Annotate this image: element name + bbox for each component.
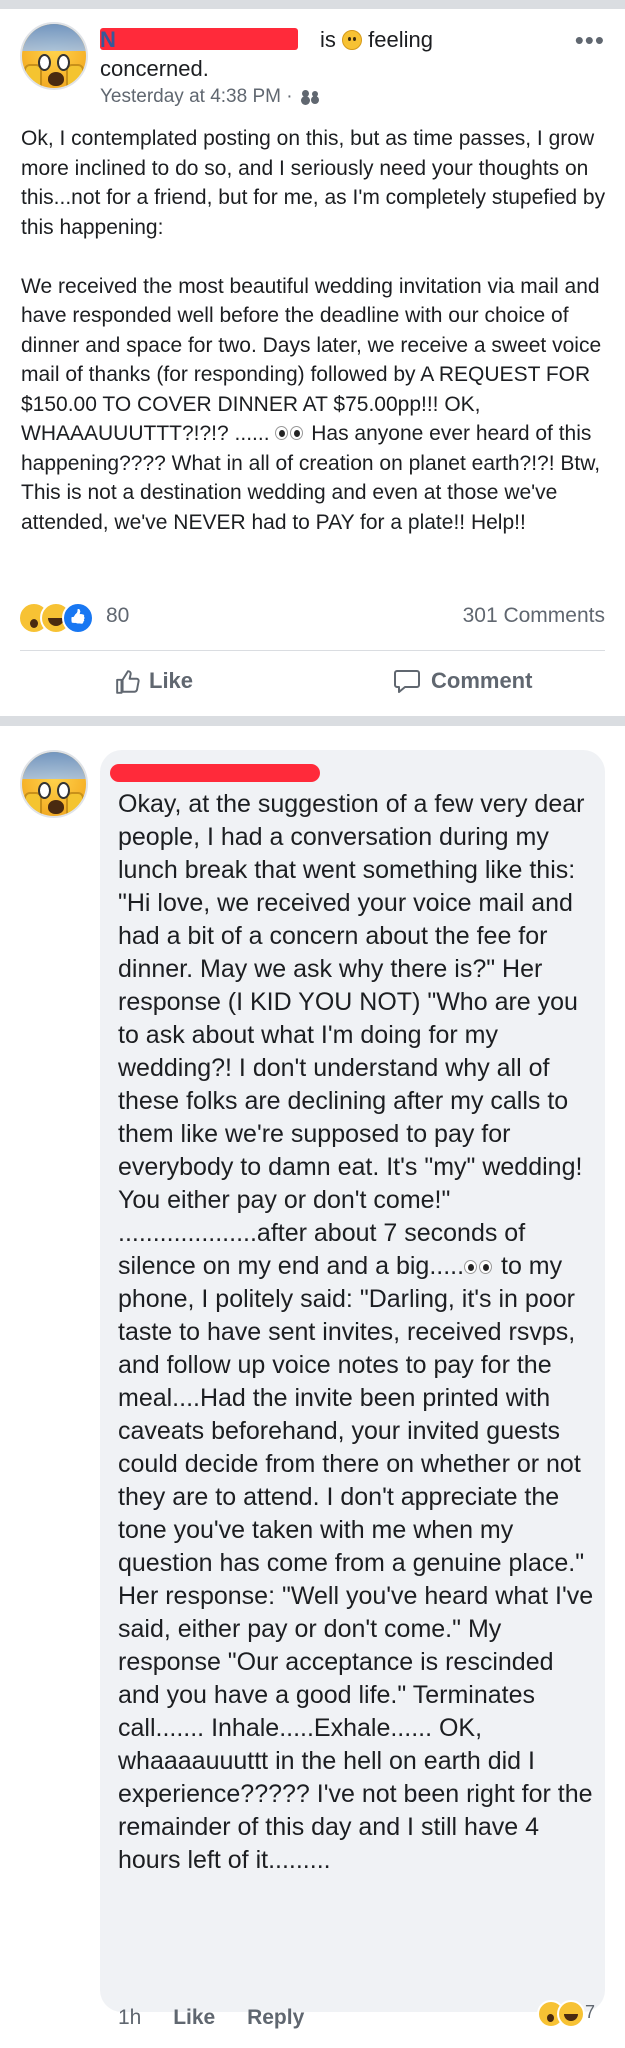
reaction-count[interactable]: 80 <box>106 604 129 628</box>
divider <box>20 650 605 651</box>
is-text: is <box>320 27 336 52</box>
friends-audience-icon[interactable] <box>301 90 318 103</box>
post-paragraph-2-text-a: We received the most beautiful wedding i… <box>21 274 602 446</box>
like-reaction-icon <box>62 602 94 634</box>
comment-text: Okay, at the suggestion of a few very de… <box>118 788 598 1877</box>
more-options-icon[interactable]: ••• <box>575 27 605 53</box>
feeling-text: feeling <box>368 27 433 52</box>
top-separator <box>0 0 625 9</box>
comment-button-label: Comment <box>431 668 533 693</box>
post-timestamp[interactable]: Yesterday at 4:38 PM · <box>100 86 318 108</box>
comment-reply-button[interactable]: Reply <box>247 2006 304 2029</box>
post-paragraph-2: We received the most beautiful wedding i… <box>21 272 611 538</box>
feeling-value: concerned. <box>100 56 209 81</box>
comment-like-button[interactable]: Like <box>173 2006 215 2029</box>
haha-reaction-icon <box>557 2000 585 2028</box>
like-thumb-icon <box>115 669 140 694</box>
post-separator <box>0 716 625 726</box>
comment-reactions[interactable]: 7 <box>537 2000 607 2030</box>
post-body: Ok, I contemplated posting on this, but … <box>21 124 611 537</box>
worried-face-icon <box>342 30 363 50</box>
timestamp-text[interactable]: Yesterday at 4:38 PM · <box>100 86 293 107</box>
comment-time[interactable]: 1h <box>118 2006 141 2029</box>
comment-reaction-count: 7 <box>585 2002 596 2022</box>
eyes-emoji-icon <box>275 426 305 440</box>
post-paragraph-1: Ok, I contemplated posting on this, but … <box>21 127 606 239</box>
like-button[interactable]: Like <box>115 668 193 694</box>
post-header: N is feeling <box>100 26 433 54</box>
author-initial[interactable]: N <box>100 27 116 52</box>
redacted-commenter-name[interactable] <box>110 764 320 782</box>
commenter-avatar[interactable] <box>20 750 88 818</box>
comment-text-a: Okay, at the suggestion of a few very de… <box>118 790 585 1280</box>
comment-button[interactable]: Comment <box>393 668 532 694</box>
comments-count[interactable]: 301 Comments <box>463 604 605 628</box>
comment-bubble-icon <box>393 668 421 694</box>
eyes-emoji-icon <box>464 1260 494 1274</box>
like-button-label: Like <box>149 668 194 693</box>
comment-actions: 1h Like Reply <box>118 2006 330 2030</box>
author-avatar[interactable] <box>20 22 88 90</box>
comment-text-b: to my phone, I politely said: "Darling, … <box>118 1252 594 1874</box>
